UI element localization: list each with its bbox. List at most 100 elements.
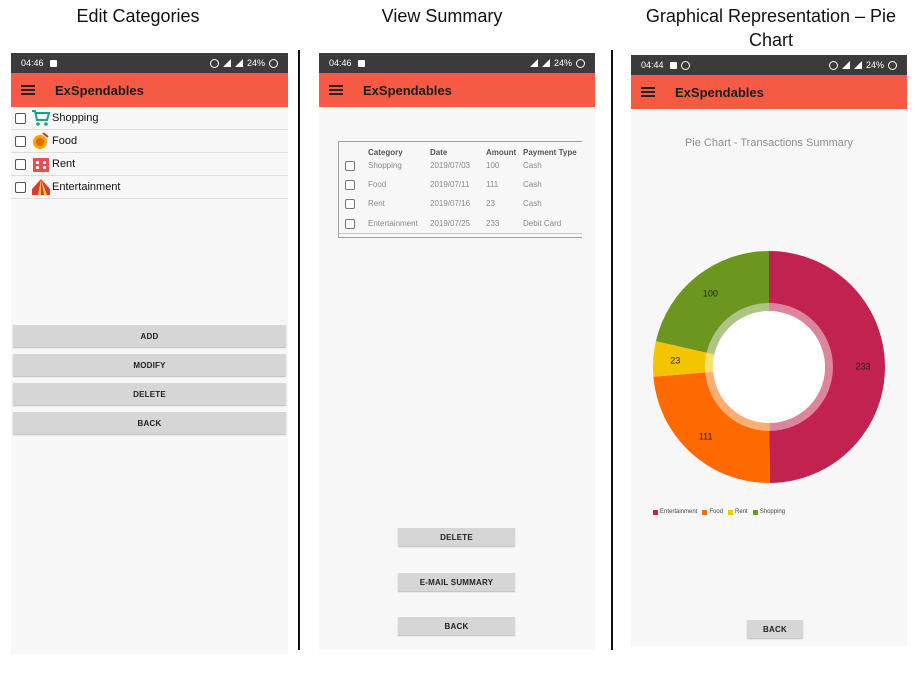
slice-value-label: 111	[699, 431, 713, 441]
cell-payment-type: Debit Card	[523, 219, 562, 228]
status-bar: 04:46 24%	[11, 53, 288, 73]
vibrate-icon	[828, 60, 838, 70]
cell-amount: 23	[486, 199, 495, 208]
category-label: Shopping	[52, 112, 99, 124]
battery-percent: 24%	[246, 58, 265, 68]
alarm-icon	[209, 58, 219, 68]
col-amount: Amount	[486, 148, 517, 157]
col-date: Date	[430, 148, 448, 157]
cell-amount: 111	[486, 180, 499, 189]
transactions-table: Category Date Amount Payment Type Shoppi…	[338, 141, 582, 238]
app-bar: ExSpendables	[319, 73, 595, 107]
image-notification-icon	[49, 59, 57, 67]
food-icon	[33, 132, 49, 149]
legend-swatch	[653, 509, 658, 515]
wifi-icon	[529, 59, 538, 67]
back-button[interactable]: BACK	[398, 617, 515, 635]
menu-icon[interactable]	[329, 85, 343, 95]
cell-category: Shopping	[368, 161, 402, 170]
category-checkbox[interactable]	[15, 135, 26, 147]
battery-icon	[888, 60, 897, 70]
app-bar: ExSpendables	[631, 75, 907, 109]
legend-swatch	[752, 509, 758, 515]
app-bar: ExSpendables	[11, 73, 288, 107]
cell-date: 2019/07/03	[430, 161, 471, 170]
signal-icon	[234, 59, 243, 67]
cell-date: 2019/07/11	[430, 180, 470, 189]
row-checkbox[interactable]	[345, 219, 355, 229]
back-button[interactable]: BACK	[13, 412, 286, 434]
app-title: ExSpendables	[675, 84, 764, 100]
battery-icon	[576, 58, 585, 68]
divider-right	[611, 50, 613, 650]
legend-item-rent: Rent	[728, 509, 748, 515]
cell-amount: 100	[486, 161, 500, 170]
row-checkbox[interactable]	[345, 199, 355, 209]
add-button[interactable]: ADD	[13, 325, 286, 347]
delete-button[interactable]: DELETE	[398, 528, 515, 546]
legend-label: Food	[709, 509, 724, 515]
chart-legend: Entertainment Food Rent Shopping	[653, 509, 785, 515]
legend-swatch	[702, 509, 708, 515]
table-bottom-divider	[339, 233, 582, 234]
row-checkbox[interactable]	[345, 161, 355, 171]
slice-value-label: 100	[703, 288, 718, 298]
legend-label: Rent	[735, 509, 748, 515]
status-time: 04:46	[329, 58, 352, 68]
category-row-food[interactable]: Food	[11, 130, 288, 153]
menu-icon[interactable]	[21, 85, 35, 95]
battery-icon	[269, 58, 278, 68]
category-checkbox[interactable]	[15, 112, 26, 124]
cell-category: Rent	[368, 199, 385, 208]
category-row-shopping[interactable]: Shopping	[11, 107, 288, 130]
legend-item-shopping: Shopping	[752, 509, 786, 515]
edit-categories-screen: 04:46 24% ExSpendables Shopping Food Ren…	[11, 53, 288, 654]
category-checkbox[interactable]	[15, 158, 26, 170]
pie-chart-screen: 04:44 24% ExSpendables Pie Chart - Trans…	[631, 55, 907, 646]
category-label: Entertainment	[52, 181, 121, 193]
col-payment-type: Payment Type	[523, 148, 577, 157]
category-row-entertainment[interactable]: Entertainment	[11, 176, 288, 199]
sim-notification-icon	[357, 59, 365, 67]
delete-button[interactable]: DELETE	[13, 383, 286, 405]
legend-label: Entertainment	[660, 509, 698, 515]
signal-icon	[541, 59, 550, 67]
app-title: ExSpendables	[55, 82, 144, 98]
rent-building-icon	[33, 158, 49, 172]
category-label: Food	[52, 135, 78, 147]
legend-item-food: Food	[702, 509, 723, 515]
legend-label: Shopping	[759, 509, 786, 515]
legend-swatch	[728, 509, 734, 515]
view-summary-screen: 04:46 24% ExSpendables Category Date Amo…	[319, 53, 595, 650]
pie-chart: 233 111 23 100	[653, 251, 885, 483]
status-time: 04:44	[641, 60, 664, 70]
app-title: ExSpendables	[363, 82, 452, 98]
cell-payment-type: Cash	[523, 199, 542, 208]
menu-icon[interactable]	[641, 87, 655, 97]
status-time: 04:46	[21, 58, 44, 68]
modify-button[interactable]: MODIFY	[13, 354, 286, 376]
caption-pie-chart: Graphical Representation – Pie Chart	[645, 6, 897, 50]
caption-edit-categories: Edit Categories	[76, 6, 200, 26]
image-notification-icon	[669, 61, 677, 69]
divider-left	[298, 50, 300, 650]
wifi-icon	[222, 59, 231, 67]
wifi-icon	[841, 61, 850, 69]
alarm-clock-icon	[680, 60, 690, 70]
back-button[interactable]: BACK	[747, 620, 803, 638]
category-checkbox[interactable]	[15, 181, 26, 193]
donut-hole	[713, 311, 825, 423]
category-row-rent[interactable]: Rent	[11, 153, 288, 176]
battery-percent: 24%	[865, 60, 884, 70]
category-label: Rent	[52, 158, 76, 170]
status-bar: 04:44 24%	[631, 55, 907, 75]
row-checkbox[interactable]	[345, 180, 355, 190]
signal-icon	[853, 61, 862, 69]
slice-value-label: 23	[670, 355, 680, 365]
caption-view-summary: View Summary	[381, 6, 503, 26]
col-category: Category	[368, 148, 403, 157]
cell-date: 2019/07/25	[430, 219, 471, 228]
cell-payment-type: Cash	[523, 180, 542, 189]
cell-payment-type: Cash	[523, 161, 542, 170]
email-summary-button[interactable]: E-MAIL SUMMARY	[398, 573, 515, 591]
